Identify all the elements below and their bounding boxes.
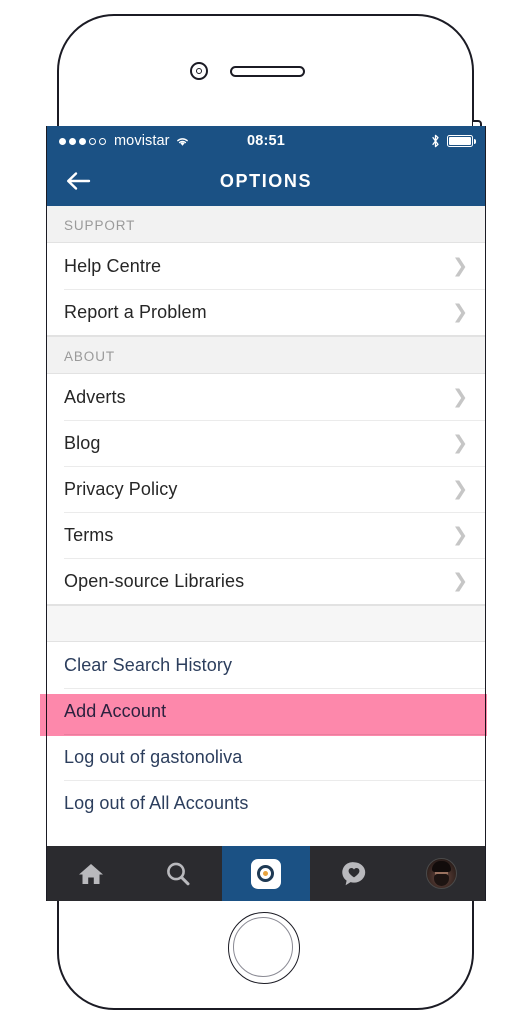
wifi-icon [176,138,188,146]
signal-strength-icon [59,137,106,145]
row-blog[interactable]: Blog ❯ [47,420,485,466]
chevron-right-icon: ❯ [452,386,468,408]
status-bar: movistar 08:51 [47,126,485,156]
tab-search[interactable] [135,846,223,901]
chevron-right-icon: ❯ [452,524,468,546]
front-camera-icon [190,62,208,80]
profile-avatar-icon [425,858,457,889]
section-spacer [47,605,485,642]
page-title: OPTIONS [219,170,313,191]
row-label: Help Centre [64,255,162,276]
row-privacy-policy[interactable]: Privacy Policy ❯ [47,466,485,512]
row-open-source-libraries[interactable]: Open-source Libraries ❯ [47,558,485,604]
tab-home[interactable] [47,846,135,901]
action-label: Clear Search History [64,654,233,675]
phone-screen: movistar 08:51 OPTIONS SUPPORT Help Cent… [46,126,486,901]
row-label: Adverts [64,386,126,407]
action-log-out-of-all-accounts[interactable]: Log out of All Accounts [47,780,485,826]
section-header-about: ABOUT [47,336,485,374]
arrow-left-icon [67,172,91,190]
action-add-account[interactable]: Add Account [47,688,485,734]
row-label: Terms [64,524,114,545]
action-clear-search-history[interactable]: Clear Search History [47,642,485,688]
home-icon [78,863,103,884]
activity-heart-icon [341,862,365,886]
action-log-out-of-user[interactable]: Log out of gastonoliva [47,734,485,780]
action-label: Log out of All Accounts [64,792,249,813]
tab-camera[interactable] [222,846,310,901]
section-support: Help Centre ❯ Report a Problem ❯ [47,243,485,336]
status-bar-left: movistar [59,133,190,149]
chevron-right-icon: ❯ [452,432,468,454]
navigation-bar: OPTIONS [47,156,485,206]
tab-profile[interactable] [397,846,485,901]
section-header-support: SUPPORT [47,206,485,243]
row-terms[interactable]: Terms ❯ [47,512,485,558]
back-button[interactable] [63,166,93,196]
earpiece-speaker [230,66,305,77]
home-button[interactable] [228,912,300,984]
section-about: Adverts ❯ Blog ❯ Privacy Policy ❯ Terms … [47,374,485,605]
action-label: Add Account [64,700,167,721]
chevron-right-icon: ❯ [452,478,468,500]
tab-bar [47,846,485,901]
row-help-centre[interactable]: Help Centre ❯ [47,243,485,289]
row-label: Open-source Libraries [64,570,245,591]
battery-icon [447,135,477,147]
tab-activity[interactable] [310,846,398,901]
row-label: Blog [64,432,101,453]
row-adverts[interactable]: Adverts ❯ [47,374,485,420]
status-bar-right [431,134,477,148]
camera-icon [250,858,281,889]
section-actions: Clear Search History Add Account Log out… [47,642,485,826]
bluetooth-icon [432,134,439,148]
row-report-a-problem[interactable]: Report a Problem ❯ [47,289,485,335]
search-icon [167,862,190,885]
carrier-label: movistar [114,133,170,149]
chevron-right-icon: ❯ [452,255,468,277]
chevron-right-icon: ❯ [452,301,468,323]
screenshot-root: movistar 08:51 OPTIONS SUPPORT Help Cent… [0,0,530,1024]
row-label: Privacy Policy [64,478,178,499]
row-label: Report a Problem [64,301,207,322]
action-label: Log out of gastonoliva [64,746,243,767]
chevron-right-icon: ❯ [452,570,468,592]
